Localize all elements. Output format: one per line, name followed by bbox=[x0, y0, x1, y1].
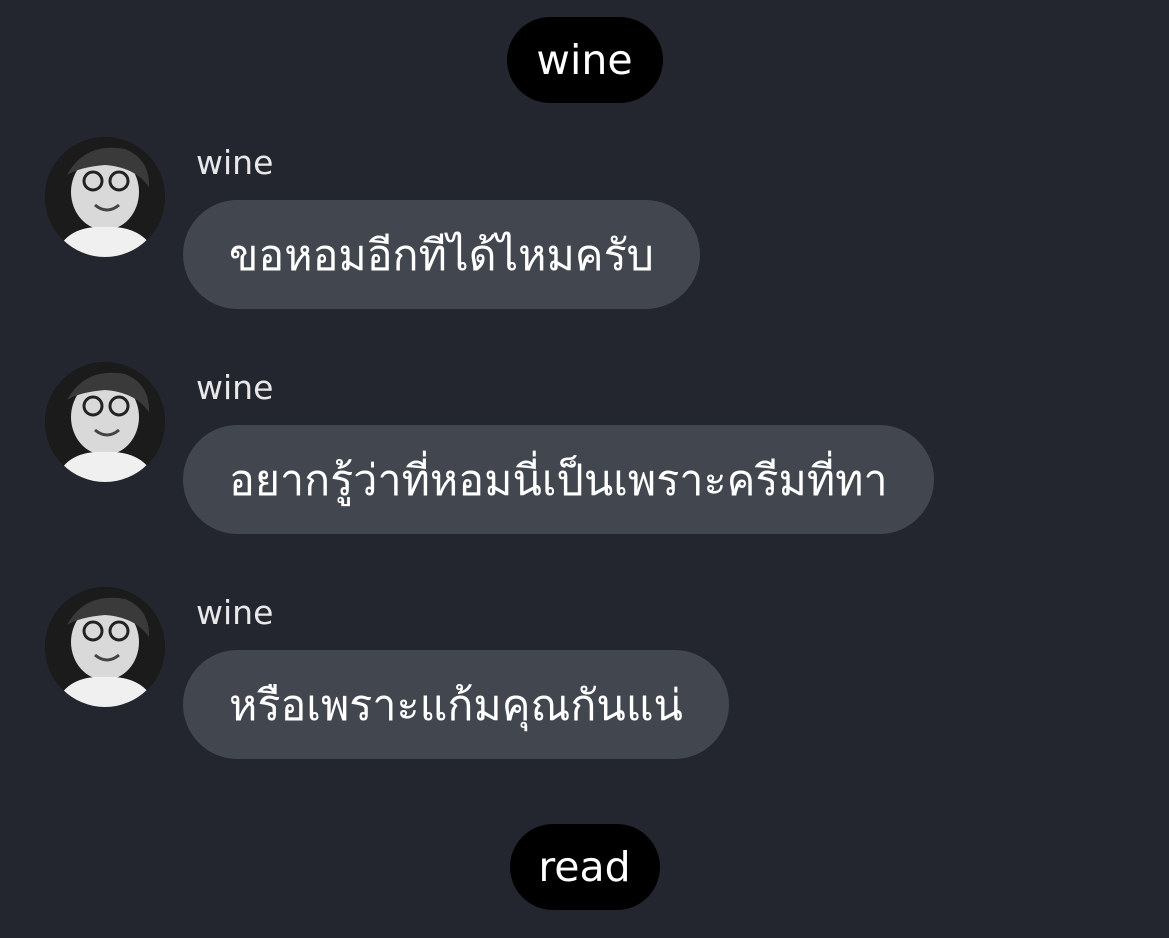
avatar[interactable] bbox=[45, 137, 165, 257]
message-text: หรือเพราะแก้มคุณกันแน่ bbox=[229, 680, 683, 731]
read-status: read bbox=[538, 843, 631, 891]
avatar[interactable] bbox=[45, 362, 165, 482]
message-text: อยากรู้ว่าที่หอมนี่เป็นเพราะครีมที่ทา bbox=[229, 455, 888, 506]
message-row: wine อยากรู้ว่าที่หอมนี่เป็นเพราะครีมที่… bbox=[0, 362, 1169, 542]
chat-screen: wine wine ขอหอมอีกทีได้ไหมครับ wine อยาก… bbox=[0, 0, 1169, 938]
chat-title-pill[interactable]: wine bbox=[506, 17, 663, 103]
message-text: ขอหอมอีกทีได้ไหมครับ bbox=[229, 230, 654, 281]
message-row: wine ขอหอมอีกทีได้ไหมครับ bbox=[0, 137, 1169, 317]
chat-title: wine bbox=[536, 36, 633, 84]
sender-name: wine bbox=[196, 593, 274, 632]
read-status-pill: read bbox=[509, 824, 660, 910]
message-bubble[interactable]: ขอหอมอีกทีได้ไหมครับ bbox=[183, 200, 700, 309]
message-row: wine หรือเพราะแก้มคุณกันแน่ bbox=[0, 587, 1169, 767]
message-bubble[interactable]: อยากรู้ว่าที่หอมนี่เป็นเพราะครีมที่ทา bbox=[183, 425, 934, 534]
sender-name: wine bbox=[196, 368, 274, 407]
avatar[interactable] bbox=[45, 587, 165, 707]
avatar-photo-icon bbox=[45, 587, 165, 707]
message-bubble[interactable]: หรือเพราะแก้มคุณกันแน่ bbox=[183, 650, 729, 759]
sender-name: wine bbox=[196, 143, 274, 182]
avatar-photo-icon bbox=[45, 362, 165, 482]
avatar-photo-icon bbox=[45, 137, 165, 257]
